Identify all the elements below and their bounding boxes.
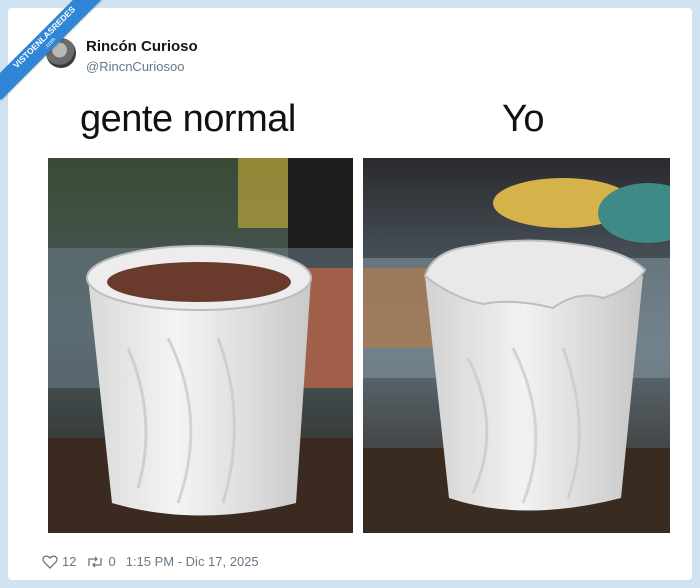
user-handle[interactable]: @RincnCuriosoo: [86, 59, 184, 74]
photo-bitten-cup[interactable]: [363, 158, 670, 533]
like-action[interactable]: 12: [42, 554, 76, 569]
timestamp[interactable]: 1:15 PM - Dic 17, 2025: [126, 554, 259, 569]
tweet-footer: 12 0 1:15 PM - Dic 17, 2025: [42, 554, 259, 569]
caption-left: gente normal: [80, 98, 296, 140]
heart-icon: [42, 555, 58, 569]
retweet-count: 0: [108, 554, 116, 569]
tweet-card: VISTOENLASREDES .com Rincón Curioso @Rin…: [0, 0, 692, 580]
retweet-action[interactable]: 0: [86, 554, 116, 569]
like-count: 12: [62, 554, 77, 569]
display-name[interactable]: Rincón Curioso: [86, 38, 198, 55]
retweet-icon: [88, 556, 103, 567]
photo-normal-cup[interactable]: [48, 158, 353, 533]
caption-right: Yo: [502, 98, 545, 140]
